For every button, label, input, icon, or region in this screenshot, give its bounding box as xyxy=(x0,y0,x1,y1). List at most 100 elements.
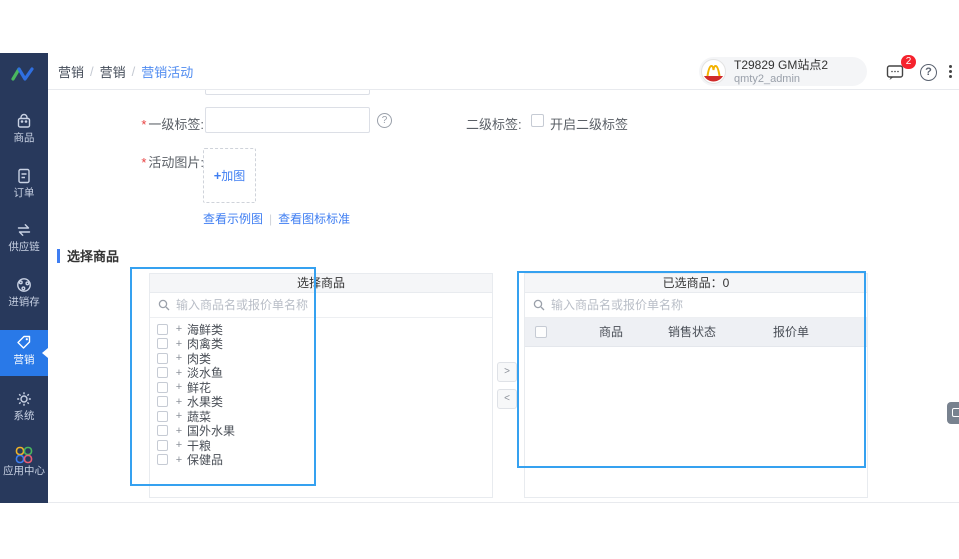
sidebar-item-system[interactable]: 系统 xyxy=(0,386,48,432)
checkbox[interactable] xyxy=(157,382,168,393)
checkbox[interactable] xyxy=(157,425,168,436)
user-text: T29829 GM站点2 qmty2_admin xyxy=(734,59,828,85)
messages-button[interactable]: 2 xyxy=(885,62,907,84)
sidebar-item-app-center[interactable]: 应用中心 xyxy=(0,441,48,487)
sidebar-item-inventory[interactable]: 进销存 xyxy=(0,272,48,318)
selected-count: 0 xyxy=(723,276,730,290)
widget-icon xyxy=(952,408,959,417)
expand-icon[interactable]: + xyxy=(174,410,184,422)
sidebar-item-label: 供应链 xyxy=(1,241,47,253)
notification-badge: 2 xyxy=(901,55,916,69)
secondary-tag-checkbox[interactable] xyxy=(531,114,544,127)
breadcrumb-item[interactable]: 营销 xyxy=(58,62,84,81)
sidebar-item-label: 订单 xyxy=(1,187,47,199)
expand-icon[interactable]: + xyxy=(174,381,184,393)
section-header: 选择商品 xyxy=(57,246,119,265)
user-account-pill[interactable]: T29829 GM站点2 qmty2_admin xyxy=(699,57,867,86)
selected-panel-title: 已选商品：0 xyxy=(525,274,867,293)
column-header-sale-status: 销售状态 xyxy=(668,318,716,347)
image-links: 查看示例图 | 查看图标标准 xyxy=(203,210,350,227)
sphere-nodes-icon xyxy=(0,272,48,296)
expand-icon[interactable]: + xyxy=(174,352,184,364)
column-header-quote: 报价单 xyxy=(773,318,809,347)
expand-icon[interactable]: + xyxy=(174,454,184,466)
tree-item-health-products[interactable]: +保健品 xyxy=(157,453,492,468)
main-content: *一级标签: ? 二级标签: 开启二级标签 *活动图片: +加图 查看示例图 |… xyxy=(48,90,959,503)
selected-table-header: 商品 销售状态 报价单 xyxy=(525,318,867,347)
avatar xyxy=(701,59,726,84)
primary-tag-input[interactable] xyxy=(205,107,370,133)
sidebar-item-label: 应用中心 xyxy=(1,465,47,477)
selected-products-panel: 已选商品：0 商品 销售状态 报价单 xyxy=(524,273,868,498)
floating-edge-widget[interactable] xyxy=(947,402,959,424)
help-button[interactable]: ? xyxy=(920,64,937,81)
select-all-checkbox[interactable] xyxy=(535,326,547,338)
expand-icon[interactable]: + xyxy=(174,338,184,350)
user-subtitle: qmty2_admin xyxy=(734,73,828,85)
link-divider: | xyxy=(269,212,272,226)
sidebar-item-label: 进销存 xyxy=(1,296,47,308)
expand-icon[interactable]: + xyxy=(174,396,184,408)
tag-icon xyxy=(0,330,48,354)
checkbox[interactable] xyxy=(157,454,168,465)
secondary-tag-label: 二级标签: xyxy=(466,114,528,133)
search-icon xyxy=(158,299,170,311)
scrolled-input-remnant xyxy=(205,90,370,95)
breadcrumb-separator: / xyxy=(90,64,94,79)
app-logo-icon xyxy=(0,61,48,87)
secondary-tag-checkbox-label: 开启二级标签 xyxy=(550,114,628,133)
move-right-button[interactable]: > xyxy=(497,362,517,382)
document-icon xyxy=(0,163,48,187)
add-image-button-text: +加图 xyxy=(214,167,246,184)
view-example-link[interactable]: 查看示例图 xyxy=(203,210,263,227)
sidebar-item-label: 营销 xyxy=(1,354,47,366)
required-mark: * xyxy=(141,117,146,132)
top-bar: 营销 / 营销 / 营销活动 T29829 GM站点2 qmty2_admin xyxy=(48,53,959,90)
primary-tag-label: *一级标签: xyxy=(120,114,204,133)
activity-image-label: *活动图片: xyxy=(120,152,204,171)
selected-search-row xyxy=(525,293,867,318)
breadcrumb-item-current[interactable]: 营销活动 xyxy=(141,62,193,81)
breadcrumb: 营销 / 营销 / 营销活动 xyxy=(58,53,193,90)
checkbox[interactable] xyxy=(157,324,168,335)
section-title: 选择商品 xyxy=(67,246,119,265)
required-mark: * xyxy=(141,155,146,170)
app-center-clover-icon xyxy=(0,441,48,465)
bag-icon xyxy=(0,108,48,132)
checkbox[interactable] xyxy=(157,411,168,422)
more-menu-button[interactable] xyxy=(945,65,955,87)
user-title: T29829 GM站点2 xyxy=(734,59,828,71)
checkbox[interactable] xyxy=(157,440,168,451)
category-tree: +海鲜类 +肉禽类 +肉类 +淡水鱼 +鲜花 +水果类 +蔬菜 +国外水果 +干… xyxy=(150,318,492,467)
view-icon-standard-link[interactable]: 查看图标标准 xyxy=(278,210,350,227)
gear-icon xyxy=(0,386,48,410)
primary-tag-help-icon[interactable]: ? xyxy=(377,113,392,128)
sidebar-item-goods[interactable]: 商品 xyxy=(0,108,48,154)
picker-panel-title: 选择商品 xyxy=(150,274,492,293)
breadcrumb-item[interactable]: 营销 xyxy=(100,62,126,81)
product-picker-panel: 选择商品 +海鲜类 +肉禽类 +肉类 +淡水鱼 +鲜花 +水果类 +蔬菜 +国外… xyxy=(149,273,493,498)
sidebar-item-label: 系统 xyxy=(1,410,47,422)
picker-search-row xyxy=(150,293,492,318)
expand-icon[interactable]: + xyxy=(174,425,184,437)
sidebar-item-orders[interactable]: 订单 xyxy=(0,163,48,209)
sidebar-item-supply-chain[interactable]: 供应链 xyxy=(0,217,48,263)
section-accent-bar xyxy=(57,249,60,263)
checkbox[interactable] xyxy=(157,338,168,349)
app-window: 商品 订单 供应链 xyxy=(0,0,959,559)
checkbox[interactable] xyxy=(157,353,168,364)
sidebar-item-marketing[interactable]: 营销 xyxy=(0,330,48,376)
move-left-button[interactable]: < xyxy=(497,389,517,409)
checkbox[interactable] xyxy=(157,367,168,378)
expand-icon[interactable]: + xyxy=(174,367,184,379)
search-icon xyxy=(533,299,545,311)
breadcrumb-separator: / xyxy=(132,64,136,79)
checkbox[interactable] xyxy=(157,396,168,407)
add-image-button[interactable]: +加图 xyxy=(203,148,256,203)
expand-icon[interactable]: + xyxy=(174,439,184,451)
sidebar-item-label: 商品 xyxy=(1,132,47,144)
expand-icon[interactable]: + xyxy=(174,323,184,335)
picker-search-input[interactable] xyxy=(176,298,484,312)
selected-search-input[interactable] xyxy=(551,298,859,312)
column-header-product: 商品 xyxy=(599,318,623,347)
